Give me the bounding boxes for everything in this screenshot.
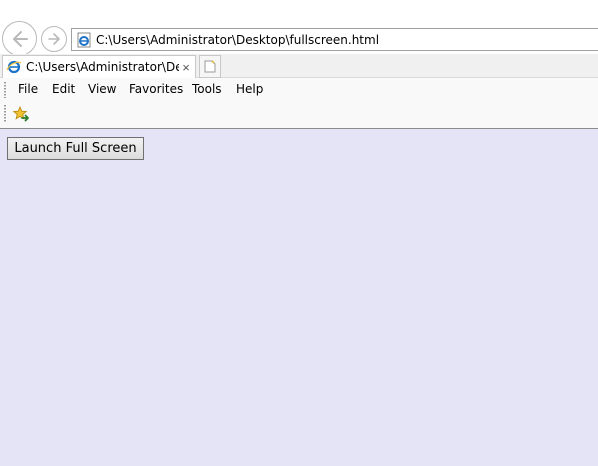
menu-help[interactable]: Help — [236, 82, 263, 96]
toolbar-grip[interactable] — [4, 82, 6, 98]
toolbar-grip[interactable] — [4, 105, 6, 123]
address-url: C:\Users\Administrator\Desktop\fullscree… — [96, 32, 380, 47]
tab-close-button[interactable]: × — [179, 60, 193, 75]
forward-arrow-icon — [48, 33, 60, 45]
navigation-bar: C:\Users\Administrator\Desktop\fullscree… — [0, 0, 598, 56]
new-tab-icon — [204, 60, 216, 73]
tab-strip: C:\Users\Administrator\Des... × — [0, 54, 598, 78]
page-content: Launch Full Screen — [0, 129, 598, 466]
add-to-favorites-icon[interactable] — [13, 106, 31, 123]
tab-fullscreen[interactable]: C:\Users\Administrator\Des... × — [2, 55, 196, 78]
ie-page-icon — [6, 60, 22, 74]
menu-favorites[interactable]: Favorites — [129, 82, 183, 96]
tab-label: C:\Users\Administrator\Des... — [26, 60, 179, 74]
menu-edit[interactable]: Edit — [52, 82, 75, 96]
back-button[interactable] — [2, 21, 37, 56]
menu-view[interactable]: View — [88, 82, 116, 96]
favorites-bar — [0, 100, 598, 129]
ie-page-icon — [77, 32, 91, 47]
back-arrow-icon — [12, 30, 28, 47]
forward-button[interactable] — [41, 26, 67, 52]
new-tab-button[interactable] — [199, 55, 221, 78]
menu-tools[interactable]: Tools — [192, 82, 222, 96]
menu-bar: File Edit View Favorites Tools Help — [0, 78, 598, 100]
launch-full-screen-button[interactable]: Launch Full Screen — [7, 137, 144, 160]
address-field[interactable]: C:\Users\Administrator\Desktop\fullscree… — [71, 28, 598, 51]
menu-file[interactable]: File — [18, 82, 38, 96]
